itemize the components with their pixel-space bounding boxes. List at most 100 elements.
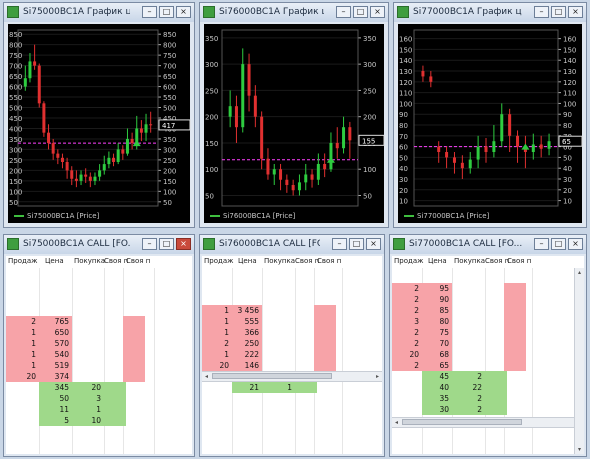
- orderbook-table[interactable]: Продаж Цена Покупка Своя п Своя п 2 765 1 650 1 57…: [6, 256, 192, 454]
- candle-body: [33, 61, 37, 66]
- minimize-button[interactable]: –: [336, 6, 351, 18]
- close-button[interactable]: ×: [568, 6, 583, 18]
- ask-row[interactable]: 2 765: [6, 316, 192, 327]
- own-order-marker: [314, 338, 336, 349]
- bid-row[interactable]: 30 2: [392, 404, 584, 415]
- scroll-thumb[interactable]: [212, 373, 332, 379]
- window-titlebar[interactable]: Si77000BC1A График це... – □ ×: [394, 3, 586, 22]
- ask-price: 90: [422, 294, 452, 305]
- ask-row[interactable]: 1 650: [6, 327, 192, 338]
- column-header-own-buy[interactable]: Своя п: [317, 257, 341, 265]
- scroll-right-icon[interactable]: ▸: [373, 372, 382, 381]
- bid-row[interactable]: 40 22: [392, 382, 584, 393]
- horizontal-scrollbar[interactable]: ◂▸: [392, 417, 584, 428]
- ask-row[interactable]: 2 90: [392, 294, 584, 305]
- window-title: Si75000BC1A CALL [FO...: [23, 239, 130, 249]
- orderbook-table[interactable]: Продаж Цена Покупка Своя п Своя п 2 95 2 90 2 85 3 8…: [392, 256, 584, 454]
- bid-row[interactable]: 50 3: [6, 393, 192, 404]
- column-header-own-sell[interactable]: Своя п: [104, 257, 128, 265]
- y-tick-label-right: 300: [363, 61, 376, 69]
- column-header-price[interactable]: Цена: [428, 257, 447, 265]
- scroll-down-icon[interactable]: ▾: [575, 445, 584, 454]
- ask-volume: 2: [392, 327, 422, 338]
- scroll-left-icon[interactable]: ◂: [392, 418, 401, 427]
- window-titlebar[interactable]: Si77000BC1A CALL [FO... – □ ×: [390, 235, 586, 254]
- price-chart[interactable]: 160 160 150 150 140 140 130 130 120 120 110 110 100 1…: [398, 24, 583, 223]
- price-chart[interactable]: 850 850 800 800 750 750 700 700 650 650 600 600 550 5…: [8, 24, 191, 223]
- column-header-own-sell[interactable]: Своя п: [485, 257, 509, 265]
- orderbook-window-si76000[interactable]: Si76000BC1A CALL [FO... – □ × Продаж Цена…: [199, 234, 385, 457]
- bid-row[interactable]: 45 2: [392, 371, 584, 382]
- chart-window-si76000[interactable]: Si76000BC1A График це... – □ × 350 350 300…: [199, 2, 389, 228]
- column-header-buy[interactable]: Покупка: [74, 257, 105, 265]
- bid-row[interactable]: 11 1: [6, 404, 192, 415]
- column-header-price[interactable]: Цена: [45, 257, 64, 265]
- y-tick-label-right: 550: [163, 94, 176, 102]
- scroll-left-icon[interactable]: ◂: [202, 372, 211, 381]
- maximize-button[interactable]: □: [159, 238, 174, 250]
- column-header-price[interactable]: Цена: [238, 257, 257, 265]
- bid-price: 11: [39, 404, 72, 415]
- ask-row[interactable]: 2 65: [392, 360, 584, 371]
- window-titlebar[interactable]: Si75000BC1A CALL [FO... – □ ×: [4, 235, 194, 254]
- column-header-buy[interactable]: Покупка: [454, 257, 485, 265]
- vertical-scrollbar[interactable]: ▴ ▾: [574, 268, 584, 454]
- maximize-button[interactable]: □: [551, 238, 566, 250]
- bid-row[interactable]: 35 2: [392, 393, 584, 404]
- ask-row[interactable]: 1 519: [6, 360, 192, 371]
- close-button[interactable]: ×: [176, 6, 191, 18]
- ask-row[interactable]: 1 570: [6, 338, 192, 349]
- minimize-button[interactable]: –: [142, 6, 157, 18]
- ask-row[interactable]: 20 68: [392, 349, 584, 360]
- column-header-sell[interactable]: Продаж: [8, 257, 37, 265]
- close-button[interactable]: ×: [370, 6, 385, 18]
- ask-row[interactable]: 2 75: [392, 327, 584, 338]
- close-button[interactable]: ×: [568, 238, 583, 250]
- window-titlebar[interactable]: Si75000BC1A График це... – □ ×: [4, 3, 194, 22]
- column-header-own-buy[interactable]: Своя п: [126, 257, 150, 265]
- ask-row[interactable]: 1 555: [202, 316, 382, 327]
- price-chart[interactable]: 3503503003002502502002001501501001005050…: [204, 24, 385, 223]
- column-header-own-sell[interactable]: Своя п: [295, 257, 319, 265]
- y-tick-label-left: 50: [399, 154, 408, 162]
- bid-row[interactable]: 21 1: [202, 382, 382, 393]
- bid-row[interactable]: 345 20: [6, 382, 192, 393]
- candle-body: [228, 106, 232, 117]
- bid-row[interactable]: 5 10: [6, 415, 192, 426]
- ask-row[interactable]: 20 374: [6, 371, 192, 382]
- maximize-button[interactable]: □: [353, 6, 368, 18]
- minimize-button[interactable]: –: [332, 238, 347, 250]
- ask-row[interactable]: 13 456: [202, 305, 382, 316]
- horizontal-scrollbar[interactable]: ◂▸: [202, 371, 382, 382]
- column-header-sell[interactable]: Продаж: [204, 257, 233, 265]
- scroll-up-icon[interactable]: ▴: [575, 268, 584, 277]
- orderbook-window-si75000[interactable]: Si75000BC1A CALL [FO... – □ × Продаж Цена…: [3, 234, 195, 457]
- column-header-own-buy[interactable]: Своя п: [507, 257, 531, 265]
- orderbook-window-si77000[interactable]: Si77000BC1A CALL [FO... – □ × Продаж Цена…: [389, 234, 587, 457]
- scroll-thumb[interactable]: [402, 419, 522, 425]
- minimize-button[interactable]: –: [142, 238, 157, 250]
- minimize-button[interactable]: –: [534, 6, 549, 18]
- ask-row[interactable]: 2 95: [392, 283, 584, 294]
- ask-row[interactable]: 3 80: [392, 316, 584, 327]
- ask-row[interactable]: 2 70: [392, 338, 584, 349]
- maximize-button[interactable]: □: [551, 6, 566, 18]
- minimize-button[interactable]: –: [534, 238, 549, 250]
- ask-row[interactable]: 1 366: [202, 327, 382, 338]
- ask-row[interactable]: 2 85: [392, 305, 584, 316]
- close-button[interactable]: ×: [176, 238, 191, 250]
- ask-row[interactable]: 2 250: [202, 338, 382, 349]
- ask-row[interactable]: 20 146: [202, 360, 382, 371]
- window-titlebar[interactable]: Si76000BC1A CALL [FO... – □ ×: [200, 235, 384, 254]
- column-header-buy[interactable]: Покупка: [264, 257, 295, 265]
- maximize-button[interactable]: □: [159, 6, 174, 18]
- window-titlebar[interactable]: Si76000BC1A График це... – □ ×: [200, 3, 388, 22]
- orderbook-table[interactable]: Продаж Цена Покупка Своя п Своя п13 456 1 555 1…: [202, 256, 382, 454]
- chart-window-si77000[interactable]: Si77000BC1A График це... – □ × 160 160 150…: [393, 2, 587, 228]
- maximize-button[interactable]: □: [349, 238, 364, 250]
- chart-window-si75000[interactable]: Si75000BC1A График це... – □ × 850 850 800…: [3, 2, 195, 228]
- column-header-sell[interactable]: Продаж: [394, 257, 423, 265]
- ask-row[interactable]: 1 222: [202, 349, 382, 360]
- close-button[interactable]: ×: [366, 238, 381, 250]
- ask-row[interactable]: 1 540: [6, 349, 192, 360]
